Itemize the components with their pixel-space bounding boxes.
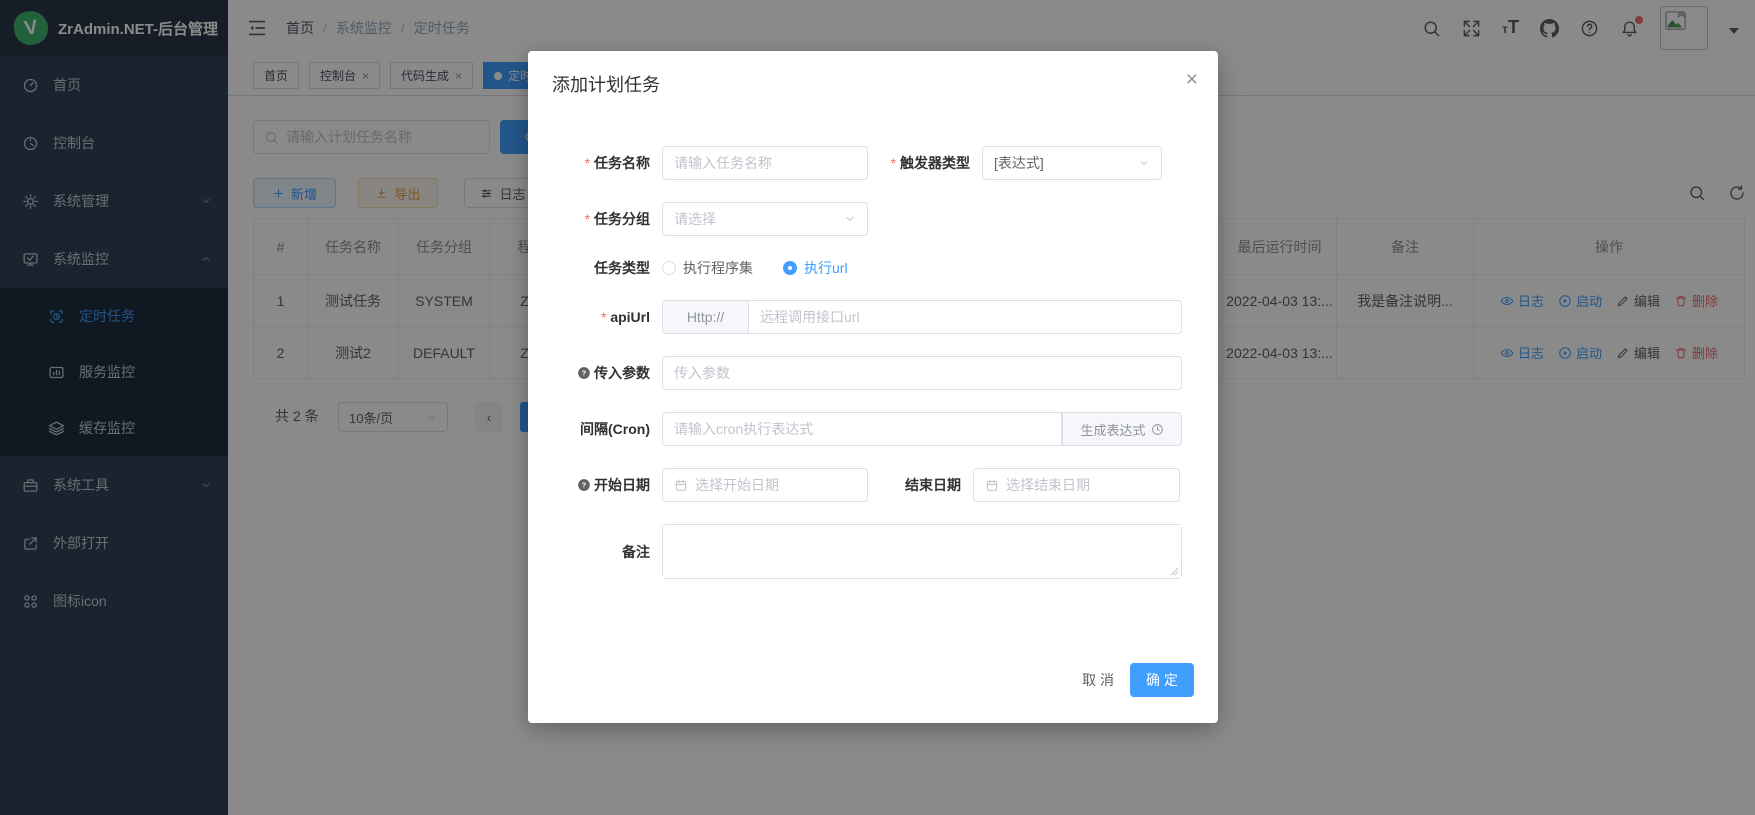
end-date-placeholder: 选择结束日期 xyxy=(1006,475,1090,495)
close-icon[interactable]: × xyxy=(1186,69,1198,90)
end-date-picker[interactable]: 选择结束日期 xyxy=(973,468,1180,502)
task-group-placeholder: 请选择 xyxy=(674,209,716,229)
help-circle-icon[interactable]: ? xyxy=(577,478,591,495)
start-date-label: ? 开始日期 xyxy=(552,475,662,495)
start-date-label-text: 开始日期 xyxy=(594,477,650,493)
radio-label: 执行url xyxy=(804,258,848,278)
remark-label: 备注 xyxy=(552,542,662,562)
api-url-group: Http:// xyxy=(662,300,1182,334)
remark-textarea[interactable] xyxy=(663,525,1181,578)
api-url-label: apiUrl xyxy=(552,309,662,325)
form-row-remark: 备注 xyxy=(552,524,1194,579)
api-url-box xyxy=(748,300,1182,334)
generate-cron-button[interactable]: 生成表达式 xyxy=(1062,412,1182,446)
add-task-dialog: 添加计划任务 × 任务名称 触发器类型 [表达式] 任务分组 请选择 任务类型 xyxy=(528,51,1218,723)
form-row-dates: ? 开始日期 选择开始日期 结束日期 选择结束日期 xyxy=(552,468,1194,502)
dialog-body: 任务名称 触发器类型 [表达式] 任务分组 请选择 任务类型 执行程序集 xyxy=(528,97,1218,579)
remark-textarea-box xyxy=(662,524,1182,579)
help-circle-icon[interactable]: ? xyxy=(577,366,591,383)
task-type-label: 任务类型 xyxy=(552,258,662,278)
form-row-cron: 间隔(Cron) 生成表达式 xyxy=(552,412,1194,446)
task-name-input[interactable] xyxy=(674,155,856,171)
form-row-group: 任务分组 请选择 xyxy=(552,202,1194,236)
trigger-type-label: 触发器类型 xyxy=(868,153,982,173)
clock-icon xyxy=(1151,423,1164,436)
calendar-icon xyxy=(985,478,999,492)
task-group-label: 任务分组 xyxy=(552,209,662,229)
start-date-picker[interactable]: 选择开始日期 xyxy=(662,468,868,502)
api-url-input[interactable] xyxy=(760,309,1170,325)
chevron-down-icon xyxy=(1138,157,1150,169)
dialog-title: 添加计划任务 xyxy=(552,75,660,95)
radio-circle-icon xyxy=(783,261,797,275)
dialog-header: 添加计划任务 × xyxy=(528,51,1218,97)
radio-assembly[interactable]: 执行程序集 xyxy=(662,258,753,278)
trigger-type-select[interactable]: [表达式] xyxy=(982,146,1162,180)
form-row-params: ? 传入参数 xyxy=(552,356,1194,390)
svg-text:?: ? xyxy=(582,369,587,378)
button-label: 生成表达式 xyxy=(1080,420,1145,439)
task-group-select[interactable]: 请选择 xyxy=(662,202,868,236)
task-name-box xyxy=(662,146,868,180)
radio-label: 执行程序集 xyxy=(683,258,753,278)
form-row-name-trigger: 任务名称 触发器类型 [表达式] xyxy=(552,146,1194,180)
dialog-footer: 取 消 确 定 xyxy=(1082,663,1194,697)
start-date-placeholder: 选择开始日期 xyxy=(695,475,779,495)
form-row-apiurl: apiUrl Http:// xyxy=(552,300,1194,334)
form-row-type: 任务类型 执行程序集 执行url xyxy=(552,258,1194,278)
radio-url[interactable]: 执行url xyxy=(783,258,848,278)
end-date-label: 结束日期 xyxy=(868,475,973,495)
params-input[interactable] xyxy=(674,365,1170,381)
calendar-icon xyxy=(674,478,688,492)
svg-text:?: ? xyxy=(582,481,587,490)
cancel-button[interactable]: 取 消 xyxy=(1082,670,1114,690)
params-label-text: 传入参数 xyxy=(594,365,650,381)
confirm-button[interactable]: 确 定 xyxy=(1130,663,1194,697)
radio-circle-icon xyxy=(662,261,676,275)
cron-input[interactable] xyxy=(674,421,1050,437)
cron-box xyxy=(662,412,1062,446)
task-name-label: 任务名称 xyxy=(552,153,662,173)
params-box xyxy=(662,356,1182,390)
chevron-down-icon xyxy=(844,213,856,225)
cron-label: 间隔(Cron) xyxy=(552,419,662,439)
http-prefix: Http:// xyxy=(662,300,748,334)
cron-group: 生成表达式 xyxy=(662,412,1182,446)
trigger-type-value: [表达式] xyxy=(994,153,1044,173)
resize-grip-icon[interactable] xyxy=(1170,567,1179,576)
params-label: ? 传入参数 xyxy=(552,363,662,383)
